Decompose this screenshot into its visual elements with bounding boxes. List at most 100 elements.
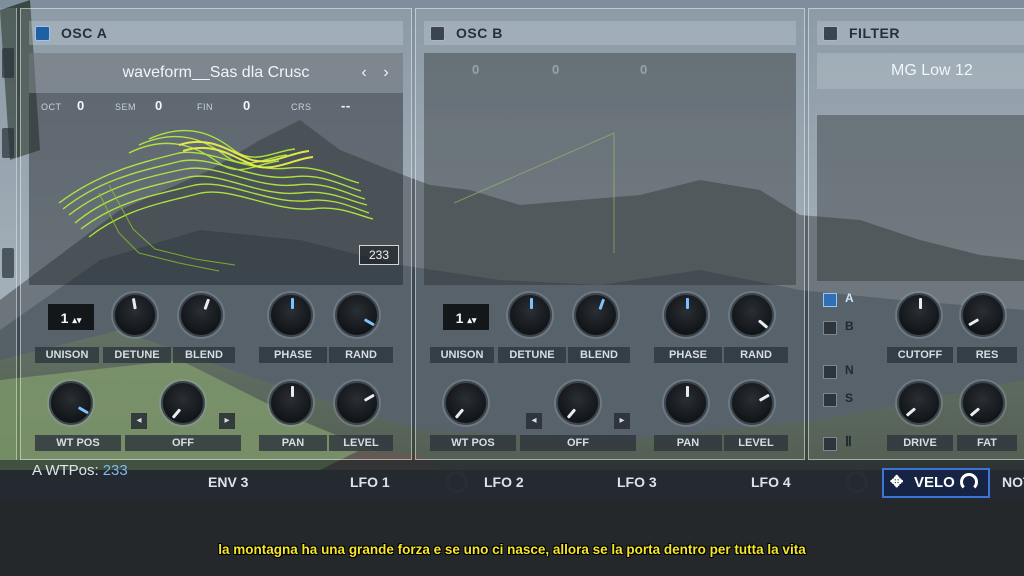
osc-a-wt-pos-knob[interactable] (49, 381, 93, 425)
tab-lfo-4[interactable]: LFO 4 (751, 474, 791, 490)
cutoff-label: CUTOFF (887, 347, 953, 363)
filter-header: FILTER (817, 21, 1024, 45)
osc-a-pitch-params: OCT 0 SEM 0 FIN 0 CRS -- (29, 97, 403, 117)
osc-b-unison-stepper[interactable]: 1 ▴▾ (442, 303, 490, 331)
osc-a-enable-toggle[interactable] (35, 26, 50, 41)
osc-a-phase-knob[interactable] (269, 293, 313, 337)
tab-note[interactable]: NOT (1002, 474, 1024, 490)
osc-a-blend-knob[interactable] (179, 293, 223, 337)
filter-type-selector[interactable]: MG Low 12 (817, 53, 1024, 89)
tab-lfo-1[interactable]: LFO 1 (350, 474, 390, 490)
filter-route-a-toggle[interactable] (823, 293, 837, 307)
detune-label: DETUNE (103, 347, 171, 363)
osc-b-pan-knob[interactable] (664, 381, 708, 425)
stepper-arrows-icon: ▴▾ (72, 315, 82, 325)
filter-drive-knob[interactable] (897, 381, 941, 425)
unison-label: UNISON (430, 347, 494, 363)
chevron-left-icon[interactable]: ◂ (131, 413, 147, 429)
oct-value[interactable]: 0 (77, 98, 85, 113)
crs-value[interactable]: -- (341, 98, 351, 113)
filter-route-a-label: A (845, 291, 854, 305)
chevron-left-icon[interactable]: ◂ (526, 413, 542, 429)
osc-a-unison-stepper[interactable]: 1 ▴▾ (47, 303, 95, 331)
warp-mode-selector[interactable]: OFF (125, 435, 241, 451)
osc-a-level-knob[interactable] (335, 381, 379, 425)
osc-b-oct-value[interactable]: 0 (472, 62, 480, 77)
filter-route-b-toggle[interactable] (823, 321, 837, 335)
left-edge-slot (2, 128, 14, 158)
chevron-right-icon[interactable]: ▸ (219, 413, 235, 429)
filter-res-knob[interactable] (961, 293, 1005, 337)
pan-label: PAN (259, 435, 327, 451)
chevron-right-icon[interactable]: › (377, 53, 395, 93)
velo-indicator-icon (960, 473, 978, 491)
filter-keytrack-toggle[interactable] (823, 437, 837, 451)
drive-label: DRIVE (887, 435, 953, 451)
wavetable-frame-number[interactable]: 233 (359, 245, 399, 265)
res-label: RES (957, 347, 1017, 363)
osc-a-title: OSC A (61, 25, 108, 41)
crs-label: CRS (291, 102, 312, 112)
level-label: LEVEL (329, 435, 393, 451)
unison-label: UNISON (35, 347, 99, 363)
keytrack-icon: Ⅱ (845, 433, 852, 449)
osc-b-rand-knob[interactable] (730, 293, 774, 337)
osc-b-sem-value[interactable]: 0 (552, 62, 560, 77)
sem-label: SEM (115, 102, 137, 112)
osc-a-header: OSC A (29, 21, 403, 45)
filter-route-n-label: N (845, 363, 854, 377)
osc-a-pan-knob[interactable] (269, 381, 313, 425)
filter-type-name: MG Low 12 (891, 62, 973, 79)
osc-b-enable-toggle[interactable] (430, 26, 445, 41)
osc-b-pitch-params: 0 0 0 (424, 61, 796, 81)
osc-b-fin-value[interactable]: 0 (640, 62, 648, 77)
osc-b-panel: OSC B 0 0 0 1 ▴▾ UNISON DETUNE BLEND PHA… (415, 8, 805, 460)
wt-pos-label: WT POS (35, 435, 121, 451)
osc-a-warp-knob[interactable] (161, 381, 205, 425)
osc-a-rand-knob[interactable] (335, 293, 379, 337)
sem-value[interactable]: 0 (155, 98, 163, 113)
filter-route-b-label: B (845, 319, 854, 333)
osc-b-phase-knob[interactable] (664, 293, 708, 337)
oct-label: OCT (41, 102, 62, 112)
lfo-4-indicator-icon (846, 471, 868, 493)
velo-label: VELO (914, 474, 955, 491)
lfo-1-indicator-icon (446, 471, 468, 493)
wtpos-value: 233 (102, 462, 128, 479)
move-arrows-icon[interactable]: ✥ (890, 470, 903, 496)
left-edge-slot (2, 48, 14, 78)
filter-title: FILTER (849, 25, 900, 41)
chevron-left-icon[interactable]: ‹ (355, 53, 373, 93)
tab-env-3[interactable]: ENV 3 (208, 474, 248, 490)
filter-route-n-toggle[interactable] (823, 365, 837, 379)
osc-a-detune-knob[interactable] (113, 293, 157, 337)
osc-b-detune-knob[interactable] (508, 293, 552, 337)
fin-value[interactable]: 0 (243, 98, 251, 113)
phase-label: PHASE (259, 347, 327, 363)
chevron-right-icon[interactable]: ▸ (614, 413, 630, 429)
tab-lfo-2[interactable]: LFO 2 (484, 474, 524, 490)
filter-panel: FILTER MG Low 12 A B N S Ⅱ CUTOFF RES DR… (808, 8, 1024, 460)
filter-cutoff-knob[interactable] (897, 293, 941, 337)
blend-label: BLEND (173, 347, 235, 363)
osc-b-title: OSC B (456, 25, 503, 41)
tab-velo[interactable]: ✥ VELO (882, 468, 990, 498)
osc-b-level-knob[interactable] (730, 381, 774, 425)
phase-label: PHASE (654, 347, 722, 363)
osc-a-panel: OSC A waveform__Sas dla Crusc ‹ › OCT 0 … (20, 8, 412, 460)
filter-fat-knob[interactable] (961, 381, 1005, 425)
osc-b-warp-knob[interactable] (556, 381, 600, 425)
osc-b-wavetable-display[interactable] (424, 53, 796, 285)
osc-b-blend-knob[interactable] (574, 293, 618, 337)
tab-lfo-3[interactable]: LFO 3 (617, 474, 657, 490)
fat-label: FAT (957, 435, 1017, 451)
left-edge-slot (2, 248, 14, 278)
osc-b-wt-pos-knob[interactable] (444, 381, 488, 425)
filter-enable-toggle[interactable] (823, 26, 838, 41)
wtpos-status: A WTPos: 233 (32, 462, 128, 479)
blend-label: BLEND (568, 347, 630, 363)
warp-mode-selector[interactable]: OFF (520, 435, 636, 451)
osc-b-wave-outline (453, 132, 615, 253)
osc-a-waveform-selector[interactable]: waveform__Sas dla Crusc ‹ › (29, 53, 403, 93)
filter-route-s-toggle[interactable] (823, 393, 837, 407)
